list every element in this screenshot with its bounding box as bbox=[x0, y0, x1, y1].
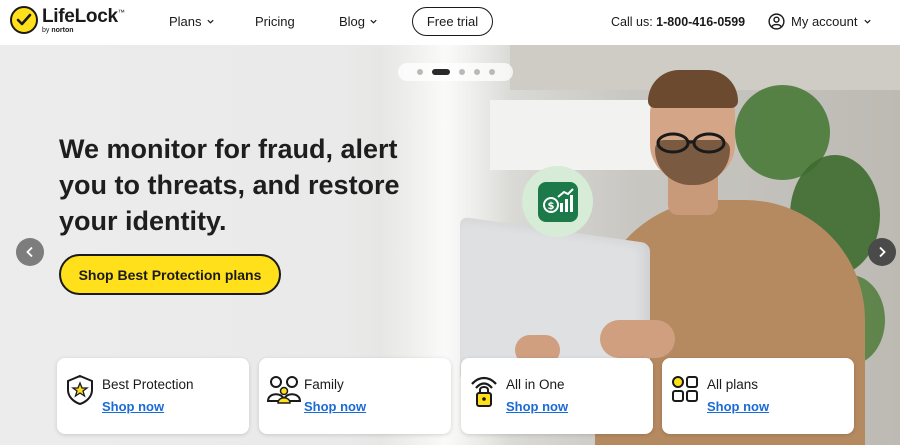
card-title: All in One bbox=[506, 377, 565, 392]
call-us-label: Call us: bbox=[611, 15, 653, 29]
top-nav-bar: LifeLock™ by norton Plans Pricing Blog F… bbox=[0, 0, 900, 45]
checkmark-logo-icon bbox=[10, 6, 38, 34]
nav-blog-label: Blog bbox=[339, 14, 366, 29]
card-all-plans[interactable]: All plans Shop now bbox=[662, 358, 854, 434]
free-trial-button[interactable]: Free trial bbox=[412, 7, 493, 36]
hero-banner: We monitor for fraud, alert you to threa… bbox=[0, 45, 900, 445]
nav-blog-dropdown[interactable]: Blog bbox=[339, 14, 378, 29]
card-family[interactable]: Family Shop now bbox=[259, 358, 451, 434]
carousel-dot[interactable] bbox=[488, 69, 495, 75]
my-account-dropdown[interactable]: My account bbox=[768, 13, 872, 30]
svg-text:$: $ bbox=[547, 201, 554, 212]
phone-number: 1-800-416-0599 bbox=[656, 15, 746, 29]
hero-person-hair bbox=[648, 70, 738, 108]
shop-now-link[interactable]: Shop now bbox=[304, 399, 366, 414]
carousel-dot[interactable] bbox=[458, 69, 465, 75]
chevron-down-icon bbox=[370, 19, 377, 24]
grid-icon bbox=[672, 376, 698, 402]
brand-byline-prefix: by bbox=[42, 26, 50, 34]
nav-pricing-label: Pricing bbox=[255, 14, 295, 29]
carousel-pagination bbox=[398, 63, 513, 81]
brand-trademark: ™ bbox=[117, 9, 125, 17]
background-cabinet bbox=[490, 100, 670, 170]
money-growth-badge: $ bbox=[522, 166, 593, 237]
card-all-in-one[interactable]: All in One Shop now bbox=[461, 358, 653, 434]
hero-headline: We monitor for fraud, alert you to threa… bbox=[59, 134, 400, 236]
lifelock-logo[interactable]: LifeLock™ by norton bbox=[10, 5, 125, 34]
chevron-down-icon bbox=[206, 19, 214, 24]
wifi-lock-icon bbox=[471, 376, 497, 407]
call-us-phone[interactable]: Call us: 1-800-416-0599 bbox=[611, 15, 745, 29]
brand-byline-brand: norton bbox=[51, 26, 74, 34]
card-best-protection[interactable]: Best Protection Shop now bbox=[57, 358, 249, 434]
nav-plans-label: Plans bbox=[169, 14, 202, 29]
carousel-dot[interactable] bbox=[416, 69, 423, 75]
shop-now-link[interactable]: Shop now bbox=[707, 399, 769, 414]
chevron-down-icon bbox=[864, 19, 872, 24]
nav-plans-dropdown[interactable]: Plans bbox=[169, 14, 215, 29]
carousel-dot[interactable] bbox=[473, 69, 480, 75]
shop-now-link[interactable]: Shop now bbox=[102, 399, 164, 414]
carousel-next-button[interactable] bbox=[868, 238, 896, 266]
money-chart-icon: $ bbox=[542, 187, 574, 213]
my-account-label: My account bbox=[791, 14, 858, 29]
chevron-right-icon bbox=[879, 246, 886, 258]
carousel-prev-button[interactable] bbox=[16, 238, 44, 266]
user-account-icon bbox=[768, 13, 785, 30]
shop-best-protection-button[interactable]: Shop Best Protection plans bbox=[59, 254, 281, 295]
family-icon bbox=[267, 376, 301, 404]
card-title: All plans bbox=[707, 377, 759, 392]
shop-now-link[interactable]: Shop now bbox=[506, 399, 568, 414]
chevron-left-icon bbox=[26, 246, 33, 258]
hero-person-hand bbox=[600, 320, 675, 358]
nav-pricing-link[interactable]: Pricing bbox=[255, 14, 295, 29]
glasses-icon bbox=[656, 132, 726, 154]
carousel-dot-active[interactable] bbox=[431, 69, 450, 75]
shield-star-icon bbox=[67, 374, 93, 406]
card-title: Best Protection bbox=[102, 377, 194, 392]
card-title: Family bbox=[304, 377, 344, 392]
brand-name: LifeLock bbox=[42, 5, 118, 27]
